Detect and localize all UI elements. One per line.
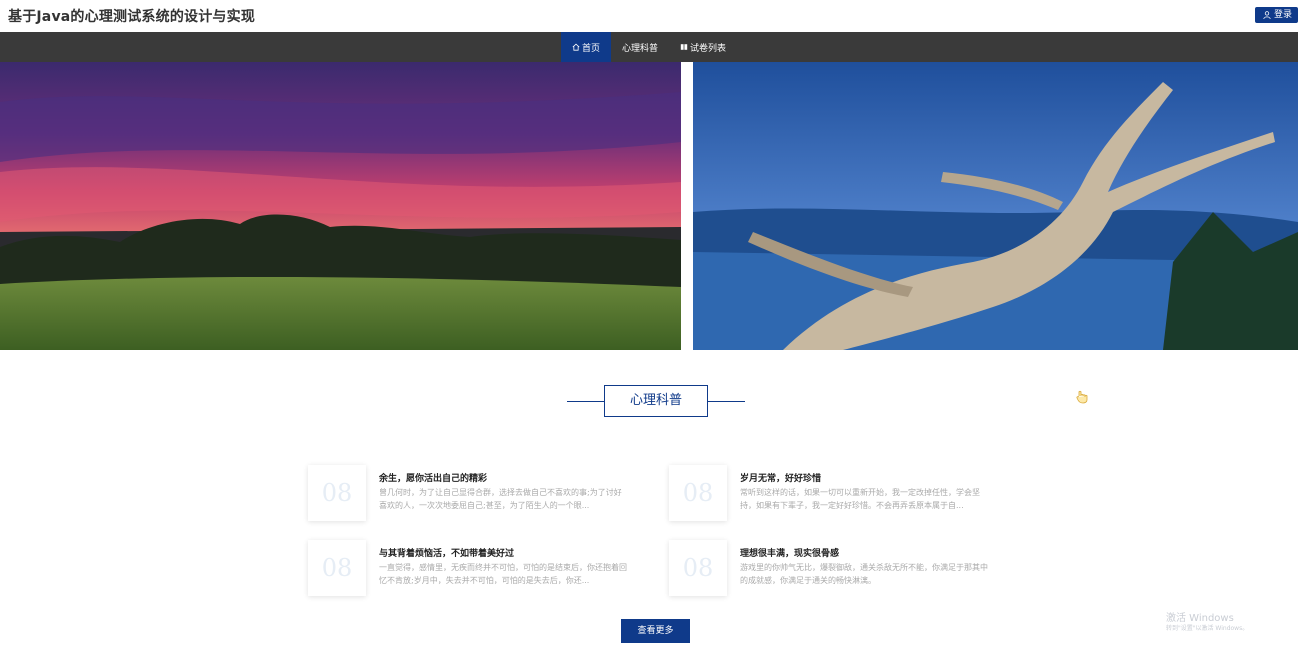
nav-label: 试卷列表 — [690, 43, 727, 54]
login-label: 登录 — [1273, 10, 1292, 20]
article-title[interactable]: 余生，愿你活出自己的精彩 — [379, 471, 487, 484]
banner-carousel[interactable] — [0, 62, 1298, 350]
watermark-subtitle: 转到"设置"以激活 Windows。 — [1166, 625, 1249, 632]
article-card[interactable]: 08 岁月无常，好好珍惜 常听到这样的话，如果一切可以重新开始，我一定改掉任性，… — [669, 465, 999, 525]
hand-cursor-icon — [1076, 389, 1088, 404]
article-card[interactable]: 08 与其背着烦恼活，不如带着美好过 一直觉得，感情里，无疾而终并不可怕，可怕的… — [308, 540, 638, 600]
thumbnail-number: 08 — [321, 479, 353, 507]
nav-label: 首页 — [581, 43, 600, 54]
title-divider-right — [707, 401, 745, 402]
nav-item-psychology[interactable]: 心理科普 — [611, 32, 669, 62]
article-title[interactable]: 岁月无常，好好珍惜 — [740, 471, 821, 484]
banner-gap — [681, 62, 693, 350]
view-more-button[interactable]: 查看更多 — [621, 619, 690, 643]
article-card[interactable]: 08 余生，愿你活出自己的精彩 曾几何时，为了让自己显得合群，选择去做自己不喜欢… — [308, 465, 638, 525]
article-thumbnail: 08 — [308, 465, 366, 521]
nav-item-home[interactable]: 首页 — [560, 32, 611, 62]
section-title: 心理科普 — [604, 385, 708, 417]
nav-item-papers[interactable]: 试卷列表 — [669, 32, 737, 62]
thumbnail-number: 08 — [321, 554, 353, 582]
article-thumbnail: 08 — [669, 465, 727, 521]
thumbnail-number: 08 — [682, 479, 714, 507]
windows-activation-watermark: 激活 Windows 转到"设置"以激活 Windows。 — [1166, 613, 1248, 633]
section-header: 心理科普 — [0, 385, 1298, 417]
article-title[interactable]: 与其背着烦恼活，不如带着美好过 — [379, 546, 514, 559]
main-nav: 首页 心理科普 试卷列表 — [0, 32, 1298, 62]
article-summary: 曾几何时，为了让自己显得合群，选择去做自己不喜欢的事;为了讨好喜欢的人，一次次地… — [379, 488, 622, 510]
site-title: 基于Java的心理测试系统的设计与实现 — [8, 9, 256, 25]
article-thumbnail: 08 — [669, 540, 727, 596]
title-divider-left — [567, 401, 605, 402]
header: 基于Java的心理测试系统的设计与实现 登录 — [0, 0, 1298, 32]
login-button[interactable]: 登录 — [1254, 7, 1298, 23]
banner-image-sunset — [0, 62, 681, 350]
article-list: 08 余生，愿你活出自己的精彩 曾几何时，为了让自己显得合群，选择去做自己不喜欢… — [308, 465, 998, 600]
thumbnail-number: 08 — [682, 554, 714, 582]
article-summary: 常听到这样的话，如果一切可以重新开始，我一定改掉任性，学会坚持，如果有下辈子，我… — [740, 488, 980, 510]
nav-label: 心理科普 — [621, 43, 658, 54]
watermark-title: 激活 Windows — [1166, 613, 1234, 624]
user-icon — [1263, 11, 1271, 19]
home-icon — [572, 43, 580, 51]
article-thumbnail: 08 — [308, 540, 366, 596]
grid-icon — [680, 44, 688, 50]
banner-image-tree — [693, 62, 1298, 350]
article-summary: 一直觉得，感情里，无疾而终并不可怕，可怕的是结束后，你还抱着回忆不肯放;岁月中，… — [379, 563, 627, 585]
article-summary: 游戏里的你帅气无比，爆裂御敌，通关杀敌无所不能，你满足于那其中的成就感，你满足于… — [740, 563, 988, 585]
article-title[interactable]: 理想很丰满，现实很骨感 — [740, 546, 839, 559]
article-card[interactable]: 08 理想很丰满，现实很骨感 游戏里的你帅气无比，爆裂御敌，通关杀敌无所不能，你… — [669, 540, 999, 600]
